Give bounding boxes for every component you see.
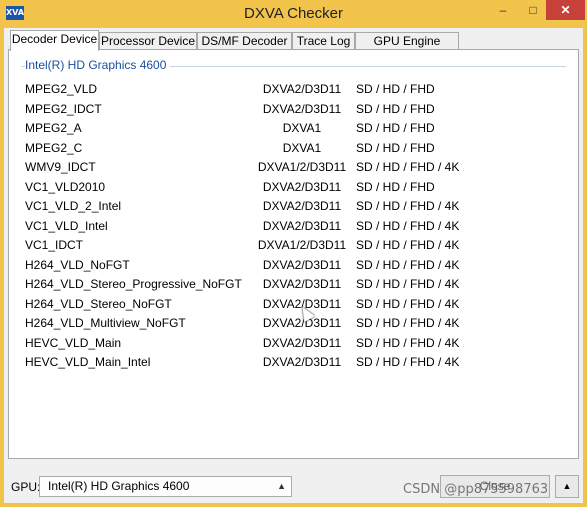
decoder-api: DXVA2/D3D11 xyxy=(262,179,342,194)
decoder-row[interactable]: MPEG2_A DXVA1 SD / HD / FHD xyxy=(25,119,565,139)
decoder-name: VC1_VLD2010 xyxy=(25,179,106,194)
title-bar[interactable]: XVA DXVA Checker – □ ✕ xyxy=(0,0,587,28)
decoder-name: MPEG2_C xyxy=(25,140,83,155)
decoder-resolutions: SD / HD / FHD / 4K xyxy=(356,160,460,174)
decoder-resolutions: SD / HD / FHD xyxy=(356,82,435,96)
decoder-row[interactable]: MPEG2_C DXVA1 SD / HD / FHD xyxy=(25,139,565,159)
gpu-select-value: Intel(R) HD Graphics 4600 xyxy=(48,479,190,493)
decoder-name: VC1_IDCT xyxy=(25,238,84,252)
decoder-name: HEVC_VLD_Main_Intel xyxy=(25,355,151,369)
tab-trace-log[interactable]: Trace Log xyxy=(292,32,355,49)
tab-processor-device[interactable]: Processor Device xyxy=(99,32,197,49)
tab-decoder-device[interactable]: Decoder Device xyxy=(10,30,99,51)
decoder-name: WMV9_IDCT xyxy=(25,160,96,174)
gpu-select[interactable]: Intel(R) HD Graphics 4600 ▲ xyxy=(39,476,292,497)
decoder-name: VC1_VLD_Intel xyxy=(25,218,108,233)
decoder-resolutions: SD / HD / FHD / 4K xyxy=(356,296,460,311)
decoder-resolutions: SD / HD / FHD / 4K xyxy=(356,277,460,291)
decoder-resolutions: SD / HD / FHD / 4K xyxy=(356,218,460,233)
decoder-api: DXVA2/D3D11 xyxy=(262,101,342,116)
decoder-api: DXVA2/D3D11 xyxy=(262,218,342,233)
gpu-group-title: Intel(R) HD Graphics 4600 xyxy=(25,58,171,72)
decoder-row[interactable]: VC1_VLD_Intel DXVA2/D3D11 SD / HD / FHD / … xyxy=(25,217,565,237)
decoder-panel: Intel(R) HD Graphics 4600 MPEG2_VLD DXVA2… xyxy=(8,49,579,459)
decoder-api: DXVA2/D3D11 xyxy=(262,335,342,350)
decoder-row[interactable]: H264_VLD_Multiview_NoFGT DXVA2/D3D11 SD / … xyxy=(25,314,565,334)
close-window-button[interactable]: ✕ xyxy=(546,0,585,20)
decoder-name: HEVC_VLD_Main xyxy=(25,335,122,350)
decoder-row[interactable]: HEVC_VLD_Main_Intel DXVA2/D3D11 SD / HD / … xyxy=(25,353,565,373)
decoder-name: H264_VLD_Multiview_NoFGT xyxy=(25,316,186,330)
expand-button[interactable]: ▲ xyxy=(555,475,579,498)
client-area: Decoder Device Processor Device DS/MF De… xyxy=(4,28,583,503)
decoder-name: MPEG2_VLD xyxy=(25,82,98,96)
decoder-row[interactable]: H264_VLD_Stereo_NoFGT DXVA2/D3D11 SD / HD … xyxy=(25,295,565,315)
decoder-api: DXVA1/2/D3D11 xyxy=(257,160,347,174)
decoder-resolutions: SD / HD / FHD / 4K xyxy=(356,257,460,272)
decoder-api: DXVA2/D3D11 xyxy=(262,277,342,291)
chevron-down-icon: ▲ xyxy=(277,481,286,491)
decoder-row[interactable]: H264_VLD_Stereo_Progressive_NoFGT DXVA2/D… xyxy=(25,275,565,295)
decoder-name: H264_VLD_NoFGT xyxy=(25,257,130,272)
decoder-resolutions: SD / HD / FHD / 4K xyxy=(356,316,460,330)
decoder-resolutions: SD / HD / FHD xyxy=(356,101,435,116)
minimize-button[interactable]: – xyxy=(490,0,516,20)
decoder-name: VC1_VLD_2_Intel xyxy=(25,199,122,213)
decoder-resolutions: SD / HD / FHD xyxy=(356,179,435,194)
decoder-row[interactable]: HEVC_VLD_Main DXVA2/D3D11 SD / HD / FHD / … xyxy=(25,334,565,354)
decoder-api: DXVA2/D3D11 xyxy=(262,257,342,272)
tab-ds-mf-decoder[interactable]: DS/MF Decoder xyxy=(197,32,292,49)
maximize-button[interactable]: □ xyxy=(520,0,546,20)
watermark: CSDN @pp875598763 xyxy=(403,482,549,497)
decoder-resolutions: SD / HD / FHD / 4K xyxy=(356,355,460,369)
decoder-row[interactable]: WMV9_IDCT DXVA1/2/D3D11 SD / HD / FHD / 4K xyxy=(25,158,565,178)
decoder-resolutions: SD / HD / FHD / 4K xyxy=(356,335,460,350)
tab-gpu-engine-usage[interactable]: GPU Engine Usage xyxy=(355,32,459,64)
decoder-row[interactable]: MPEG2_IDCT DXVA2/D3D11 SD / HD / FHD xyxy=(25,100,565,120)
decoder-row[interactable]: VC1_IDCT DXVA1/2/D3D11 SD / HD / FHD / 4K xyxy=(25,236,565,256)
decoder-resolutions: SD / HD / FHD / 4K xyxy=(356,238,460,252)
decoder-api: DXVA2/D3D11 xyxy=(262,355,342,369)
decoder-name: H264_VLD_Stereo_Progressive_NoFGT xyxy=(25,277,242,291)
decoder-list: MPEG2_VLD DXVA2/D3D11 SD / HD / FHD MPEG2_I… xyxy=(25,80,565,373)
decoder-resolutions: SD / HD / FHD xyxy=(356,121,435,135)
decoder-api: DXVA1 xyxy=(282,121,322,135)
decoder-api: DXVA2/D3D11 xyxy=(262,82,342,96)
decoder-name: MPEG2_A xyxy=(25,121,82,135)
decoder-api: DXVA1/2/D3D11 xyxy=(257,238,347,252)
decoder-api: DXVA1 xyxy=(282,140,322,155)
decoder-row[interactable]: MPEG2_VLD DXVA2/D3D11 SD / HD / FHD xyxy=(25,80,565,100)
decoder-api: DXVA2/D3D11 xyxy=(262,199,342,213)
decoder-row[interactable]: VC1_VLD_2_Intel DXVA2/D3D11 SD / HD / FHD … xyxy=(25,197,565,217)
app-window: XVA DXVA Checker – □ ✕ Decoder Device Pr… xyxy=(0,0,587,507)
decoder-row[interactable]: VC1_VLD2010 DXVA2/D3D11 SD / HD / FHD xyxy=(25,178,565,198)
decoder-name: MPEG2_IDCT xyxy=(25,101,102,116)
gpu-label: GPU: xyxy=(11,480,41,494)
decoder-row[interactable]: H264_VLD_NoFGT DXVA2/D3D11 SD / HD / FHD /… xyxy=(25,256,565,276)
decoder-resolutions: SD / HD / FHD / 4K xyxy=(356,199,460,213)
decoder-resolutions: SD / HD / FHD xyxy=(356,140,435,155)
decoder-name: H264_VLD_Stereo_NoFGT xyxy=(25,296,172,311)
